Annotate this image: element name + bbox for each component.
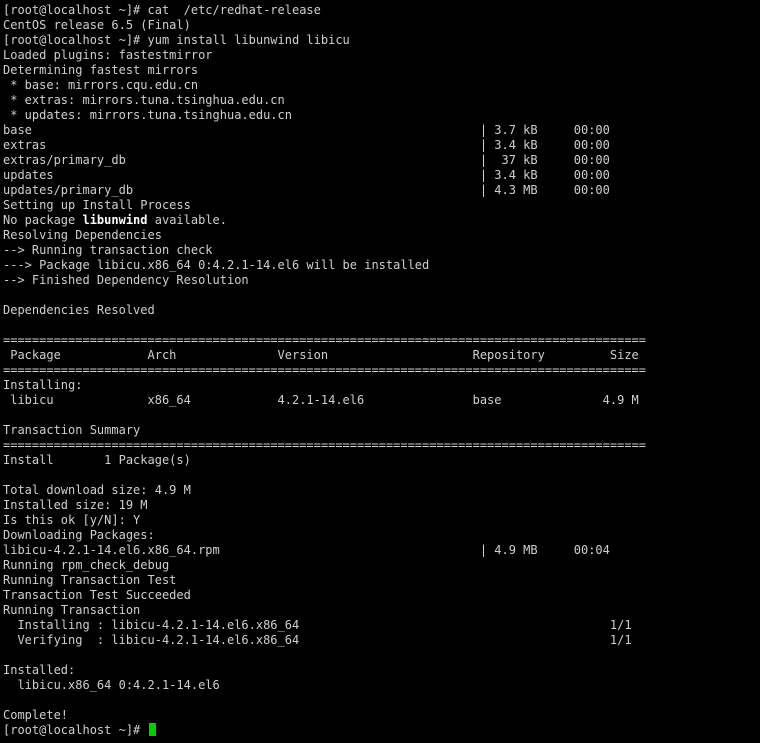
terminal-text: * updates: mirrors.tuna.tsinghua.edu.cn: [3, 108, 292, 122]
terminal-text: Total download size: 4.9 M: [3, 483, 191, 497]
terminal-text: Determining fastest mirrors: [3, 63, 199, 77]
terminal-text: [root@localhost ~]# yum install libunwin…: [3, 33, 350, 47]
terminal-text: [root@localhost ~]#: [3, 723, 148, 737]
terminal-line: Downloading Packages:: [3, 528, 760, 543]
terminal-line: [root@localhost ~]# cat /etc/redhat-rele…: [3, 3, 760, 18]
terminal-text: Install 1 Package(s): [3, 453, 191, 467]
terminal-line: Verifying : libicu-4.2.1-14.el6.x86_64 1…: [3, 633, 760, 648]
terminal-text: extras/primary_db | 37 kB 00:00: [3, 153, 610, 167]
terminal-line: --> Finished Dependency Resolution: [3, 273, 760, 288]
terminal-line: ---> Package libicu.x86_64 0:4.2.1-14.el…: [3, 258, 760, 273]
terminal-text: Installed:: [3, 663, 76, 677]
terminal-line: Installing : libicu-4.2.1-14.el6.x86_64 …: [3, 618, 760, 633]
terminal-line: --> Running transaction check: [3, 243, 760, 258]
terminal-line: base | 3.7 kB 00:00: [3, 123, 760, 138]
terminal-line: Installing:: [3, 378, 760, 393]
terminal-line: libicu-4.2.1-14.el6.x86_64.rpm | 4.9 MB …: [3, 543, 760, 558]
terminal-text: No package: [3, 213, 83, 227]
terminal-text: Installed size: 19 M: [3, 498, 148, 512]
terminal-text: Transaction Summary: [3, 423, 141, 437]
terminal-text: base | 3.7 kB 00:00: [3, 123, 610, 137]
terminal-line: [root@localhost ~]# yum install libunwin…: [3, 33, 760, 48]
terminal-text: libicu x86_64 4.2.1-14.el6 base 4.9 M: [3, 393, 639, 407]
terminal-text: [root@localhost ~]# cat /etc/redhat-rele…: [3, 3, 321, 17]
terminal-text: ========================================…: [3, 363, 646, 377]
terminal-text: --> Finished Dependency Resolution: [3, 273, 249, 287]
terminal-line: Transaction Test Succeeded: [3, 588, 760, 603]
terminal-line: Loaded plugins: fastestmirror: [3, 48, 760, 63]
terminal-line: ========================================…: [3, 363, 760, 378]
terminal-line: Resolving Dependencies: [3, 228, 760, 243]
terminal-line: Dependencies Resolved: [3, 303, 760, 318]
terminal-line: Package Arch Version Repository Size: [3, 348, 760, 363]
terminal-line: Installed size: 19 M: [3, 498, 760, 513]
terminal-text: Downloading Packages:: [3, 528, 155, 542]
terminal-text: Transaction Test Succeeded: [3, 588, 191, 602]
terminal-text: available.: [147, 213, 227, 227]
terminal-text: Running rpm_check_debug: [3, 558, 170, 572]
terminal-text: * extras: mirrors.tuna.tsinghua.edu.cn: [3, 93, 285, 107]
terminal-text: ========================================…: [3, 333, 646, 347]
terminal-text: CentOS release 6.5 (Final): [3, 18, 191, 32]
terminal-text: updates/primary_db | 4.3 MB 00:00: [3, 183, 610, 197]
terminal-line: libicu.x86_64 0:4.2.1-14.el6: [3, 678, 760, 693]
terminal-line: ========================================…: [3, 333, 760, 348]
terminal-line: ========================================…: [3, 438, 760, 453]
terminal-line: Setting up Install Process: [3, 198, 760, 213]
terminal-text: Resolving Dependencies: [3, 228, 162, 242]
terminal-line: No package libunwind available.: [3, 213, 760, 228]
terminal-line: extras/primary_db | 37 kB 00:00: [3, 153, 760, 168]
terminal-line: Total download size: 4.9 M: [3, 483, 760, 498]
terminal-line: * extras: mirrors.tuna.tsinghua.edu.cn: [3, 93, 760, 108]
terminal-text: ---> Package libicu.x86_64 0:4.2.1-14.el…: [3, 258, 430, 272]
highlighted-text: libunwind: [82, 213, 148, 227]
terminal-text: --> Running transaction check: [3, 243, 213, 257]
cursor-block: [148, 723, 156, 736]
terminal-line: Running Transaction: [3, 603, 760, 618]
terminal-text: Running Transaction: [3, 603, 141, 617]
terminal-line: CentOS release 6.5 (Final): [3, 18, 760, 33]
terminal-text: Package Arch Version Repository Size: [3, 348, 639, 362]
terminal-text: Running Transaction Test: [3, 573, 177, 587]
terminal-line: Running Transaction Test: [3, 573, 760, 588]
terminal-output[interactable]: [root@localhost ~]# cat /etc/redhat-rele…: [0, 0, 760, 743]
terminal-line: updates/primary_db | 4.3 MB 00:00: [3, 183, 760, 198]
terminal-line: Complete!: [3, 708, 760, 723]
terminal-text: Loaded plugins: fastestmirror: [3, 48, 213, 62]
terminal-text: Dependencies Resolved: [3, 303, 155, 317]
terminal-line: Install 1 Package(s): [3, 453, 760, 468]
terminal-line: [root@localhost ~]#: [3, 723, 760, 738]
terminal-text: Setting up Install Process: [3, 198, 191, 212]
terminal-text: Complete!: [3, 708, 69, 722]
terminal-line: Is this ok [y/N]: Y: [3, 513, 760, 528]
terminal-text: Installing : libicu-4.2.1-14.el6.x86_64 …: [3, 618, 632, 632]
terminal-text: Installing:: [3, 378, 83, 392]
terminal-text: Is this ok [y/N]: Y: [3, 513, 141, 527]
terminal-text: Verifying : libicu-4.2.1-14.el6.x86_64 1…: [3, 633, 632, 647]
terminal-line: updates | 3.4 kB 00:00: [3, 168, 760, 183]
terminal-line: Running rpm_check_debug: [3, 558, 760, 573]
terminal-line: libicu x86_64 4.2.1-14.el6 base 4.9 M: [3, 393, 760, 408]
terminal-text: ========================================…: [3, 438, 646, 452]
terminal-text: * base: mirrors.cqu.edu.cn: [3, 78, 199, 92]
terminal-line: extras | 3.4 kB 00:00: [3, 138, 760, 153]
terminal-line: * base: mirrors.cqu.edu.cn: [3, 78, 760, 93]
terminal-text: extras | 3.4 kB 00:00: [3, 138, 610, 152]
terminal-text: libicu.x86_64 0:4.2.1-14.el6: [3, 678, 220, 692]
terminal-line: Determining fastest mirrors: [3, 63, 760, 78]
terminal-text: libicu-4.2.1-14.el6.x86_64.rpm | 4.9 MB …: [3, 543, 610, 557]
terminal-line: Installed:: [3, 663, 760, 678]
terminal-text: updates | 3.4 kB 00:00: [3, 168, 610, 182]
terminal-line: Transaction Summary: [3, 423, 760, 438]
terminal-line: * updates: mirrors.tuna.tsinghua.edu.cn: [3, 108, 760, 123]
